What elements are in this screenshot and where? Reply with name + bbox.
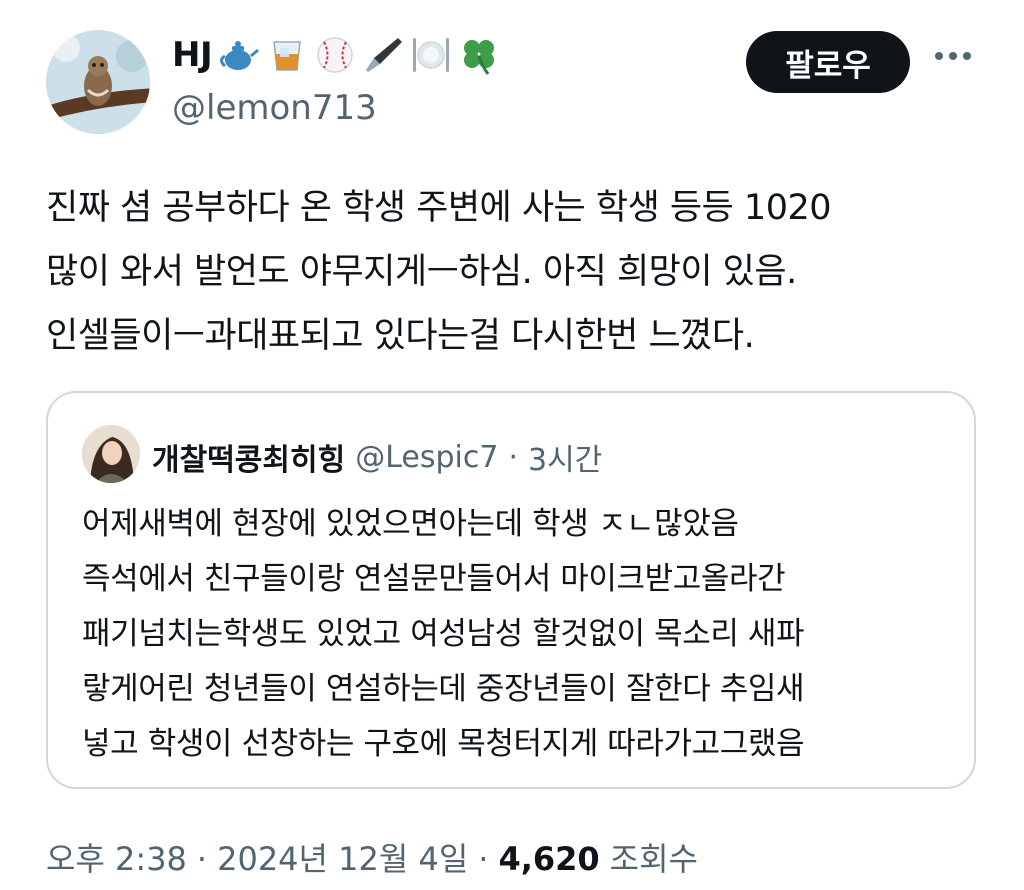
quoted-line: 랗게어린 청년들이 연설하는데 중장년들이 잘한다 추임새 xyxy=(82,671,805,707)
author-emojis xyxy=(218,34,500,76)
quoted-line: 넣고 학생이 선창하는 구호에 목청터지게 따라가고그랬음 xyxy=(82,726,805,762)
quoted-text: 어제새벽에 현장에 있었으면아는데 학생 ㅈㄴ많았음 즉석에서 친구들이랑 연설… xyxy=(82,497,805,772)
author-avatar[interactable] xyxy=(46,30,150,134)
baseball-icon xyxy=(317,37,353,73)
quoted-line: 어제새벽에 현장에 있었으면아는데 학생 ㅈㄴ많았음 xyxy=(82,506,739,542)
follow-button[interactable]: 팔로우 xyxy=(746,31,910,93)
post-date[interactable]: 2024년 12월 4일 xyxy=(217,834,468,880)
author-name-row: HJ xyxy=(172,34,500,76)
quoted-header: 개찰떡콩최히힝 @Lespic7 · 3시간 xyxy=(152,435,602,479)
quoted-author-handle: @Lespic7 xyxy=(355,439,499,475)
quoted-tweet[interactable]: 개찰떡콩최히힝 @Lespic7 · 3시간 어제새벽에 현장에 있었으면아는데… xyxy=(46,391,976,789)
tweet-meta: 오후 2:38 · 2024년 12월 4일 · 4,620 조회수 xyxy=(46,834,698,880)
four-leaf-clover-icon xyxy=(464,40,495,75)
more-options-icon[interactable] xyxy=(935,52,971,60)
tweet-line: 많이 와서 발언도 야무지게ㅡ하심. 아직 희망이 있음. xyxy=(46,252,797,292)
quoted-line: 즉석에서 친구들이랑 연설문만들어서 마이크받고올라간 xyxy=(82,561,786,597)
whisky-glass-icon xyxy=(273,41,301,71)
view-count: 4,620 xyxy=(498,840,600,878)
post-time[interactable]: 오후 2:38 xyxy=(46,834,187,880)
tweet-text: 진짜 셤 공부하다 온 학생 주변에 사는 학생 등등 1020 많이 와서 발… xyxy=(46,176,986,368)
tweet-line: 인셀들이ㅡ과대표되고 있다는걸 다시한번 느꼈다. xyxy=(46,316,755,356)
quoted-timestamp[interactable]: 3시간 xyxy=(528,435,602,479)
fountain-pen-icon xyxy=(366,38,403,72)
separator-dot: · xyxy=(478,840,489,878)
separator-dot: · xyxy=(508,439,518,475)
tweet-line: 진짜 셤 공부하다 온 학생 주변에 사는 학생 등등 1020 xyxy=(46,188,832,228)
separator-dot: · xyxy=(196,840,208,878)
quoted-line: 패기넘치는학생도 있었고 여성남성 할것없이 목소리 새파 xyxy=(82,616,805,652)
teapot-icon xyxy=(220,41,260,70)
quoted-author-avatar xyxy=(82,425,140,483)
fork-knife-plate-icon xyxy=(413,38,450,72)
author-name[interactable]: HJ xyxy=(172,35,213,75)
view-count-label: 조회수 xyxy=(609,840,698,878)
author-handle[interactable]: @lemon713 xyxy=(172,88,377,128)
quoted-author-name[interactable]: 개찰떡콩최히힝 xyxy=(152,435,345,479)
